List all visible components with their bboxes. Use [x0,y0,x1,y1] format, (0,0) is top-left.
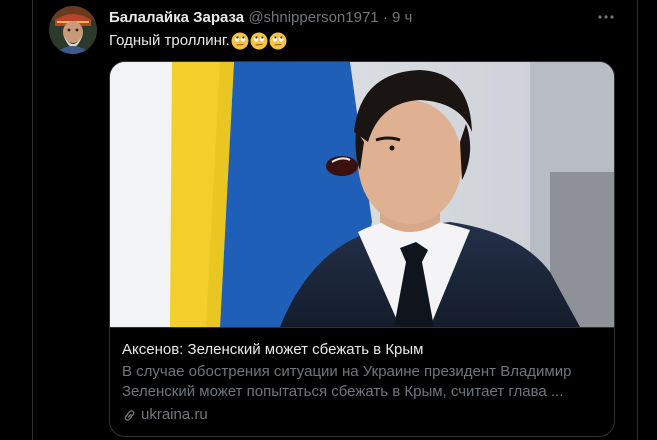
more-horizontal-icon [598,15,614,19]
card-title[interactable]: Аксенов: Зеленский может сбежать в Крым [122,340,424,360]
tweet-text-content: Годный троллинг. [109,32,230,49]
card-description: В случае обострения ситуации на Украине … [122,363,572,400]
tweet-text: Годный троллинг. [109,31,287,51]
rolling-eyes-emoji-icon [250,32,268,50]
author-handle[interactable]: @shnipperson1971 [248,9,378,26]
column-border-right [637,0,638,440]
avatar[interactable] [49,6,97,54]
card-photo [110,62,614,327]
card-image[interactable] [110,62,614,327]
rolling-eyes-emoji-icon [231,32,249,50]
card-domain[interactable]: ukraina.ru [122,405,208,425]
separator-dot: · [382,9,388,26]
card-meta[interactable]: Аксенов: Зеленский может сбежать в Крым … [110,327,614,436]
more-options-button[interactable] [593,6,619,28]
rolling-eyes-emoji-icon [269,32,287,50]
author-name[interactable]: Балалайка Зараза [109,9,244,26]
link-card[interactable]: Аксенов: Зеленский может сбежать в Крым … [109,61,615,437]
card-domain-text: ukraina.ru [141,406,208,423]
avatar-image [49,6,97,54]
tweet[interactable]: Балалайка Зараза @shnipperson1971 · 9 ч … [33,0,637,440]
link-icon [124,409,135,421]
tweet-time[interactable]: 9 ч [392,9,412,26]
tweet-header: Балалайка Зараза @shnipperson1971 · 9 ч [109,9,412,27]
